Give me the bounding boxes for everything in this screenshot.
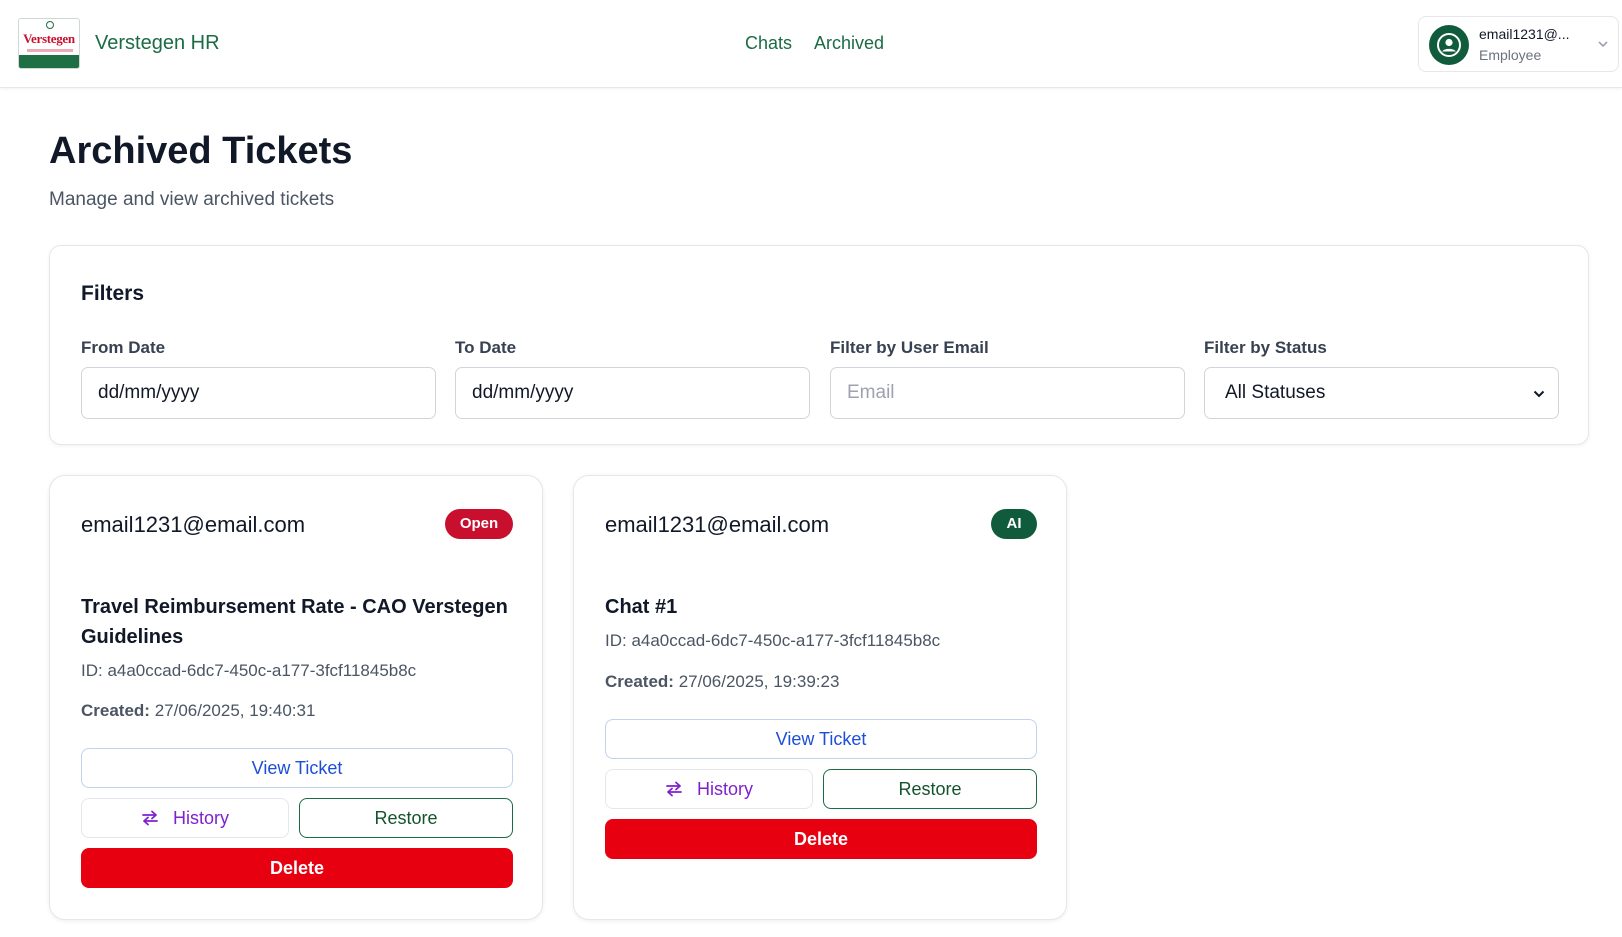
- ticket-card: email1231@email.com Open Travel Reimburs…: [49, 475, 543, 920]
- filters-title: Filters: [81, 282, 145, 305]
- status-filter-value: All Statuses: [1225, 382, 1326, 403]
- status-filter-group: Filter by Status All Statuses: [1204, 338, 1559, 419]
- status-badge: Open: [445, 509, 513, 539]
- created-value: 27/06/2025, 19:40:31: [154, 701, 316, 720]
- view-ticket-button[interactable]: View Ticket: [605, 719, 1037, 759]
- delete-button[interactable]: Delete: [605, 819, 1037, 859]
- brand-name[interactable]: Verstegen HR: [95, 32, 220, 55]
- view-ticket-button[interactable]: View Ticket: [81, 748, 513, 788]
- filters-panel: Filters From Date dd/mm/yyyy To Date dd/…: [49, 245, 1589, 445]
- history-label: History: [696, 779, 753, 799]
- to-date-label: To Date: [455, 338, 517, 357]
- chevron-down-icon[interactable]: [1597, 37, 1609, 55]
- from-date-group: From Date dd/mm/yyyy: [81, 338, 436, 419]
- swap-arrows-icon: [142, 810, 158, 826]
- ticket-id: ID: a4a0ccad-6dc7-450c-a177-3fcf11845b8c: [81, 661, 417, 680]
- restore-button[interactable]: Restore: [299, 798, 513, 838]
- swap-arrows-icon: [666, 781, 682, 797]
- user-email-filter-group: Filter by User Email Email: [830, 338, 1185, 419]
- ticket-user-email: email1231@email.com: [81, 512, 306, 537]
- created-label: Created:: [81, 701, 150, 720]
- ticket-id: ID: a4a0ccad-6dc7-450c-a177-3fcf11845b8c: [605, 631, 941, 650]
- ticket-user-email: email1231@email.com: [605, 512, 830, 537]
- crest-icon: [46, 21, 54, 29]
- ticket-card: email1231@email.com AI Chat #1 ID: a4a0c…: [573, 475, 1067, 920]
- logo-wordmark: Verstegen: [23, 31, 75, 46]
- verstegen-logo[interactable]: Verstegen: [18, 18, 80, 69]
- user-avatar-icon: [1429, 25, 1469, 65]
- logo-green-band: [19, 55, 79, 68]
- history-button[interactable]: History: [605, 769, 813, 809]
- user-email-filter-input[interactable]: Email: [830, 367, 1185, 419]
- user-role: Employee: [1479, 47, 1542, 63]
- from-date-label: From Date: [81, 338, 166, 357]
- chevron-down-icon: [1533, 390, 1545, 398]
- top-navbar: Verstegen Verstegen HR Chats Archived em…: [0, 0, 1622, 88]
- status-filter-select[interactable]: All Statuses: [1204, 367, 1559, 419]
- user-email-filter-label: Filter by User Email: [830, 338, 989, 357]
- to-date-input[interactable]: dd/mm/yyyy: [455, 367, 810, 419]
- created-value: 27/06/2025, 19:39:23: [678, 672, 840, 691]
- delete-button[interactable]: Delete: [81, 848, 513, 888]
- user-email: email1231@...: [1479, 26, 1570, 42]
- logo-tagline-stripe: [27, 49, 73, 52]
- restore-button[interactable]: Restore: [823, 769, 1037, 809]
- status-filter-label: Filter by Status: [1204, 338, 1327, 357]
- ticket-created: Created: 27/06/2025, 19:39:23: [605, 672, 839, 692]
- to-date-group: To Date dd/mm/yyyy: [455, 338, 810, 419]
- nav-chats-link[interactable]: Chats: [745, 33, 792, 54]
- created-label: Created:: [605, 672, 674, 691]
- user-menu[interactable]: email1231@... Employee: [1418, 16, 1619, 72]
- ticket-title: Chat #1: [605, 596, 678, 618]
- history-label: History: [172, 808, 229, 828]
- status-badge: AI: [991, 509, 1037, 539]
- ticket-title: Travel Reimbursement Rate - CAO Verstege…: [81, 596, 508, 648]
- history-button[interactable]: History: [81, 798, 289, 838]
- page-subtitle: Manage and view archived tickets: [49, 189, 335, 210]
- page-title: Archived Tickets: [49, 130, 353, 172]
- ticket-created: Created: 27/06/2025, 19:40:31: [81, 701, 315, 721]
- from-date-input[interactable]: dd/mm/yyyy: [81, 367, 436, 419]
- nav-archived-link[interactable]: Archived: [814, 33, 884, 54]
